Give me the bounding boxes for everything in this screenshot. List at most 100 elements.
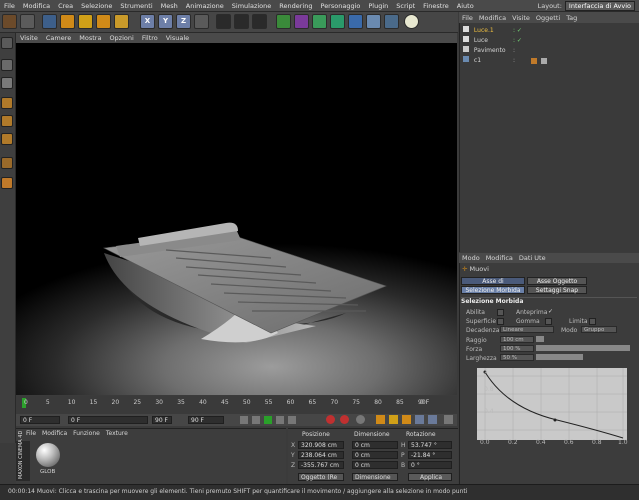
rotation-b-field[interactable]: 0 ° [408, 461, 452, 469]
polygons-mode-icon[interactable] [1, 133, 13, 145]
points-mode-icon[interactable] [1, 97, 13, 109]
scene-icon[interactable] [366, 14, 381, 29]
scale-icon[interactable] [78, 14, 93, 29]
timeline-options-icon[interactable] [444, 415, 453, 424]
viewport-menu-filtro[interactable]: Filtro [138, 34, 162, 42]
menu-script[interactable]: Script [392, 2, 419, 10]
obj-menu-tag[interactable]: Tag [563, 14, 580, 22]
object-row-luce1[interactable]: Luce.1 : ✓ [463, 26, 633, 36]
visibility-dots-icon[interactable]: : [513, 46, 515, 56]
tab-settaggi-snap[interactable]: Settaggi Snap [527, 286, 587, 294]
menu-selezione[interactable]: Selezione [77, 2, 116, 10]
attr-menu-modifica[interactable]: Modifica [483, 254, 516, 262]
array-icon[interactable] [330, 14, 345, 29]
cube-primitive-icon[interactable] [276, 14, 291, 29]
material-menu-texture[interactable]: Texture [106, 430, 128, 437]
3d-viewport[interactable] [16, 43, 457, 395]
gomma-checkbox[interactable] [545, 318, 552, 325]
menu-crea[interactable]: Crea [54, 2, 77, 10]
key-position-icon[interactable] [376, 415, 385, 424]
object-mode-icon[interactable] [1, 59, 13, 71]
menu-mesh[interactable]: Mesh [157, 2, 182, 10]
size-z-field[interactable]: 0 cm [352, 461, 398, 469]
coordinate-system-icon[interactable] [194, 14, 209, 29]
coord-mode-dropdown[interactable]: Oggetto (Re [298, 473, 344, 481]
x-axis-icon[interactable]: X [140, 14, 155, 29]
material-menu-funzione[interactable]: Funzione [73, 430, 100, 437]
start-frame-field[interactable]: 0 F [20, 416, 60, 424]
key-parameter-icon[interactable] [415, 415, 424, 424]
material-sphere-thumbnail[interactable] [36, 443, 60, 467]
obj-menu-oggetti[interactable]: Oggetti [533, 14, 563, 22]
larghezza-field[interactable]: 50 % [500, 354, 534, 361]
size-x-field[interactable]: 0 cm [352, 441, 398, 449]
visibility-check-icon[interactable]: : ✓ [513, 26, 522, 36]
menu-animazione[interactable]: Animazione [182, 2, 228, 10]
redo-icon[interactable] [20, 14, 35, 29]
viewport-menu-camere[interactable]: Camere [42, 34, 75, 42]
tab-asse-modellazione[interactable]: Asse di Modellazione [461, 277, 525, 293]
anteprima-checkbox[interactable]: ✓ [548, 308, 553, 315]
raggio-slider[interactable] [536, 336, 544, 342]
edges-mode-icon[interactable] [1, 115, 13, 127]
timeline-ruler[interactable]: 0 5 10 15 20 25 30 35 40 45 50 55 60 65 70 75 80 85 90 [16, 396, 457, 416]
rotation-p-field[interactable]: -21.84 ° [408, 451, 452, 459]
obj-menu-modifica[interactable]: Modifica [476, 14, 509, 22]
magnet-icon[interactable] [1, 177, 13, 189]
attr-menu-dati-utente[interactable]: Dati Ute [516, 254, 549, 262]
undo-icon[interactable] [2, 14, 17, 29]
menu-aiuto[interactable]: Aiuto [453, 2, 478, 10]
abilita-checkbox[interactable] [497, 309, 504, 316]
add-icon[interactable] [114, 14, 129, 29]
record-icon[interactable] [326, 415, 335, 424]
menu-plugin[interactable]: Plugin [364, 2, 392, 10]
next-frame-icon[interactable] [276, 416, 284, 424]
size-mode-dropdown[interactable]: Dimensione [352, 473, 398, 481]
superficie-checkbox[interactable] [497, 318, 504, 325]
render-view-icon[interactable] [216, 14, 231, 29]
autokey-icon[interactable] [340, 415, 349, 424]
y-axis-icon[interactable]: Y [158, 14, 173, 29]
limita-checkbox[interactable] [589, 318, 596, 325]
nurbs-icon[interactable] [312, 14, 327, 29]
model-mode-icon[interactable] [1, 37, 13, 49]
deformer-icon[interactable] [348, 14, 363, 29]
viewport-menu-visite[interactable]: Visite [16, 34, 42, 42]
rotate-icon[interactable] [96, 14, 111, 29]
obj-menu-visite[interactable]: Visite [509, 14, 533, 22]
size-y-field[interactable]: 0 cm [352, 451, 398, 459]
menu-modifica[interactable]: Modifica [19, 2, 54, 10]
key-rotation-icon[interactable] [402, 415, 411, 424]
apply-button[interactable]: Applica [408, 473, 452, 481]
preview-start-field[interactable]: 0 F [68, 416, 148, 424]
end-frame-field[interactable]: 90 F [188, 416, 224, 424]
material-menu-modifica[interactable]: Modifica [42, 430, 67, 437]
menu-finestre[interactable]: Finestre [419, 2, 453, 10]
forza-field[interactable]: 100 % [500, 345, 534, 352]
modo-dropdown[interactable]: Gruppo [581, 326, 617, 333]
visibility-dots-icon[interactable]: : [513, 56, 515, 66]
forza-slider[interactable] [536, 345, 630, 351]
visibility-check-icon[interactable]: : ✓ [513, 36, 522, 46]
viewport-menu-opzioni[interactable]: Opzioni [105, 34, 137, 42]
tab-asse-oggetto[interactable]: Asse Oggetto [527, 277, 587, 285]
spline-icon[interactable] [294, 14, 309, 29]
key-pla-icon[interactable] [428, 415, 437, 424]
texture-tag-icon[interactable] [541, 58, 547, 64]
keyframe-selection-icon[interactable] [356, 415, 365, 424]
camera-icon[interactable] [384, 14, 399, 29]
menu-simulazione[interactable]: Simulazione [228, 2, 276, 10]
render-picture-viewer-icon[interactable] [234, 14, 249, 29]
layout-dropdown[interactable]: Interfaccia di Avvio [564, 0, 635, 11]
object-row-luce[interactable]: Luce : ✓ [463, 36, 633, 46]
menu-strumenti[interactable]: Strumenti [116, 2, 156, 10]
goto-end-icon[interactable] [288, 416, 296, 424]
preview-end-field[interactable]: 90 F [152, 416, 172, 424]
prev-frame-icon[interactable] [252, 416, 260, 424]
key-scale-icon[interactable] [389, 415, 398, 424]
light-icon[interactable] [404, 14, 419, 29]
position-y-field[interactable]: 238.064 cm [298, 451, 344, 459]
object-row-pavimento[interactable]: Pavimento : [463, 46, 633, 56]
material-tag-icon[interactable] [531, 58, 537, 64]
falloff-curve-graph[interactable] [477, 368, 627, 440]
